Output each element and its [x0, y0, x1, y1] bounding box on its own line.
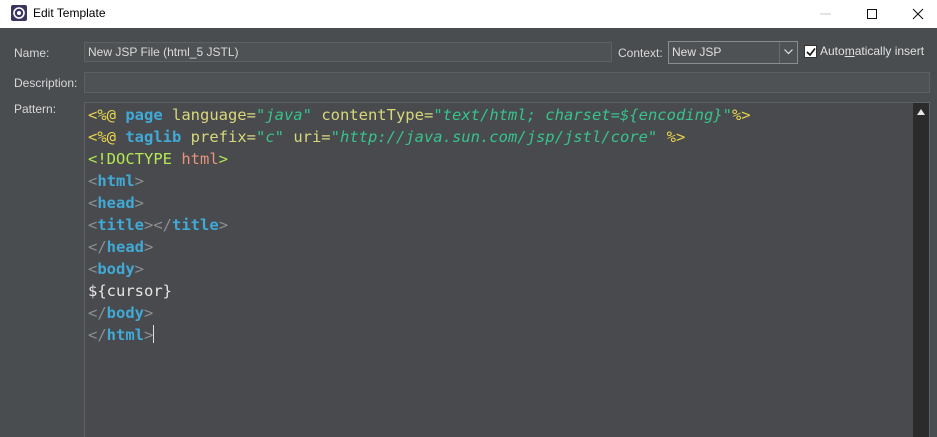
- code-token: "java": [255, 106, 312, 124]
- pattern-label: Pattern:: [14, 102, 57, 116]
- code-token: text/html; charset=: [442, 106, 620, 124]
- context-dropdown-arrow[interactable]: [779, 42, 797, 63]
- code-line: </head>: [88, 236, 751, 258]
- code-line: <!DOCTYPE html>: [88, 148, 751, 170]
- minimize-icon: [820, 13, 831, 15]
- code-token: >: [144, 304, 154, 322]
- code-token: </: [88, 238, 107, 256]
- code-token: taglib: [125, 128, 182, 146]
- code-token: >: [144, 326, 154, 344]
- auto-insert-checkbox[interactable]: [804, 45, 817, 58]
- name-input[interactable]: New JSP File (html_5 JSTL): [84, 42, 612, 62]
- context-label: Context:: [618, 46, 663, 60]
- description-input[interactable]: [84, 72, 930, 93]
- code-line: <title></title>: [88, 214, 751, 236]
- code-token: <%@: [88, 128, 126, 146]
- code-token: language=: [162, 106, 256, 124]
- title-bar: Edit Template: [0, 0, 937, 28]
- close-button[interactable]: [895, 0, 937, 28]
- code-token: contentType=: [311, 106, 434, 124]
- code-token: "c": [255, 128, 284, 146]
- code-token: <%@: [88, 106, 126, 124]
- minimize-button[interactable]: [803, 0, 849, 28]
- code-token: ": [433, 106, 443, 124]
- code-token: ${cursor}: [88, 282, 172, 300]
- code-token: head: [97, 194, 135, 212]
- code-token: %>: [731, 106, 751, 124]
- code-line: <html>: [88, 170, 751, 192]
- code-token: <: [88, 194, 98, 212]
- code-token: title: [172, 216, 219, 234]
- code-line: </body>: [88, 302, 751, 324]
- text-caret: [153, 325, 155, 343]
- code-token: <: [88, 172, 98, 190]
- code-token: "http://java.sun.com/jsp/jstl/core": [330, 128, 658, 146]
- code-token: html: [181, 150, 219, 168]
- code-line: <%@ page language="java" contentType="te…: [88, 104, 751, 126]
- code-token: >: [218, 150, 228, 168]
- code-token: >: [218, 216, 229, 234]
- code-token: ></: [144, 216, 173, 234]
- window-title: Edit Template: [33, 6, 106, 20]
- code-line: <head>: [88, 192, 751, 214]
- chevron-down-icon: [784, 49, 793, 55]
- code-token: <!DOCTYPE: [88, 150, 182, 168]
- code-token: >: [134, 172, 145, 190]
- code-token: prefix=: [181, 128, 256, 146]
- context-select[interactable]: New JSP: [668, 41, 798, 64]
- code-token: >: [134, 194, 145, 212]
- code-line: <%@ taglib prefix="c" uri="http://java.s…: [88, 126, 751, 148]
- vertical-scrollbar[interactable]: [913, 103, 929, 437]
- maximize-button[interactable]: [849, 0, 895, 28]
- maximize-icon: [867, 9, 877, 19]
- code-token: >: [144, 238, 154, 256]
- checkmark-icon: [806, 48, 816, 57]
- code-token: title: [97, 216, 145, 234]
- code-token: <: [88, 260, 98, 278]
- code-token: html: [106, 326, 144, 344]
- code-token: %>: [657, 128, 686, 146]
- code-token: html: [97, 172, 135, 190]
- context-value: New JSP: [672, 45, 722, 59]
- close-icon: [912, 8, 924, 20]
- code-line: </html>: [88, 324, 751, 346]
- code-token: </: [88, 304, 107, 322]
- scroll-up-arrow-icon[interactable]: [917, 109, 925, 115]
- pattern-editor[interactable]: <%@ page language="java" contentType="te…: [84, 102, 930, 437]
- code-token: <: [88, 216, 98, 234]
- code-token: uri=: [283, 128, 331, 146]
- code-token: head: [106, 238, 144, 256]
- code-token: ": [722, 106, 732, 124]
- auto-insert-label[interactable]: Automatically insert: [820, 44, 924, 58]
- pattern-code[interactable]: <%@ page language="java" contentType="te…: [88, 104, 751, 346]
- code-token: body: [106, 304, 144, 322]
- name-label: Name:: [14, 46, 50, 60]
- code-token: body: [97, 260, 135, 278]
- code-token: </: [88, 326, 107, 344]
- description-label: Description:: [14, 76, 78, 90]
- code-token: >: [134, 260, 145, 278]
- code-line: <body>: [88, 258, 751, 280]
- code-token: ${encoding}: [619, 106, 723, 124]
- eclipse-icon: [11, 5, 27, 21]
- code-token: page: [125, 106, 163, 124]
- code-line: ${cursor}: [88, 280, 751, 302]
